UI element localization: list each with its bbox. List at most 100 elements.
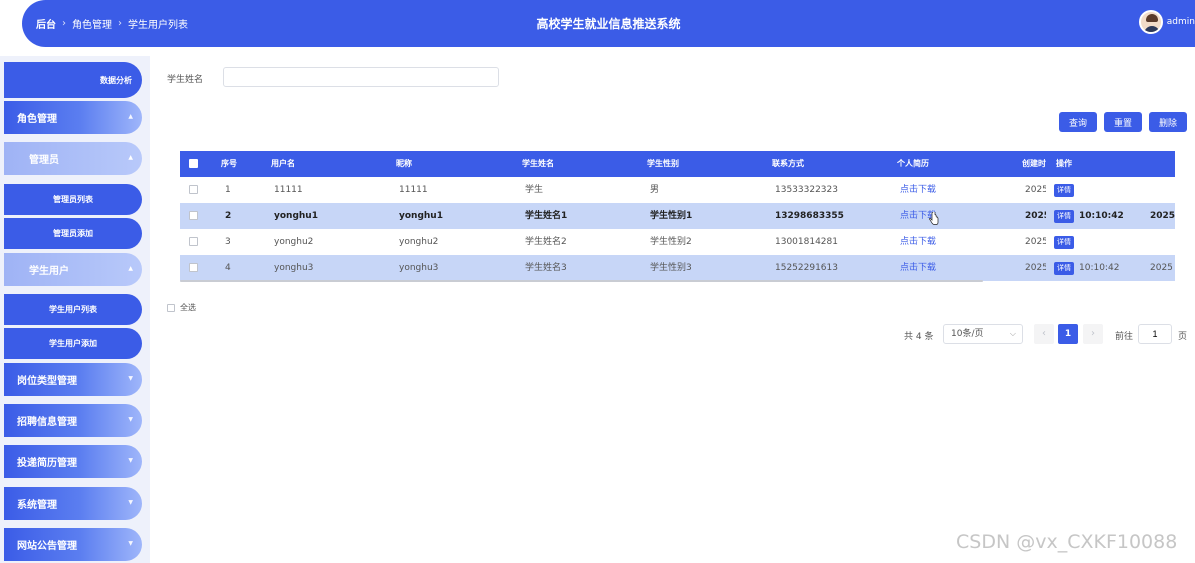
detail-button[interactable]: 详情 xyxy=(1054,236,1074,249)
sidebar-item-recruitment[interactable]: 招聘信息管理 ▼ xyxy=(4,404,142,437)
cell-name: 学生姓名2 xyxy=(525,237,567,247)
sidebar-item-label: 投递简历管理 xyxy=(17,458,77,469)
action-cell: 详情 10:10:42 2025 xyxy=(1046,255,1175,281)
sidebar-item-label: 数据分析 xyxy=(100,75,132,85)
reset-button[interactable]: 重置 xyxy=(1104,112,1142,132)
sidebar-item-admin-add[interactable]: 管理员添加 xyxy=(4,218,142,249)
col-action: 操作 xyxy=(1056,159,1072,168)
table-header: 序号 用户名 昵称 学生姓名 学生性别 联系方式 个人简历 创建时 xyxy=(180,151,1175,177)
sidebar-item-label: 管理员 xyxy=(29,155,59,166)
col-username: 用户名 xyxy=(271,159,295,168)
chevron-up-icon: ▲ xyxy=(128,265,133,272)
user-menu[interactable]: admin xyxy=(1138,10,1195,34)
sidebar-item-label: 角色管理 xyxy=(17,114,57,125)
sidebar-item-label: 网站公告管理 xyxy=(17,541,77,552)
cell-gender: 学生性别2 xyxy=(650,237,692,247)
resume-download-link[interactable]: 点击下载 xyxy=(900,229,936,255)
page-1-button[interactable]: 1 xyxy=(1058,324,1078,344)
sidebar-item-admin[interactable]: 管理员 ▲ xyxy=(4,142,142,175)
sidebar-item-resume[interactable]: 投递简历管理 ▼ xyxy=(4,445,142,478)
col-nickname: 昵称 xyxy=(396,159,412,168)
search-label: 学生姓名 xyxy=(167,75,204,85)
chevron-down-icon: ▼ xyxy=(128,499,133,506)
table-row[interactable]: 4 yonghu3 yonghu3 学生姓名3 学生性别3 1525229161… xyxy=(180,255,1175,281)
cell-username: 11111 xyxy=(274,185,303,195)
cell-name: 学生 xyxy=(525,185,544,195)
select-all[interactable]: 全选 xyxy=(167,302,196,313)
cell-phone: 13298683355 xyxy=(775,211,844,221)
cell-index: 4 xyxy=(225,263,231,273)
page-size-select[interactable]: 10条/页 ⌵ xyxy=(943,324,1023,344)
pagination-total: 共 4 条 xyxy=(904,332,934,342)
top-header: 后台 › 角色管理 › 学生用户列表 高校学生就业信息推送系统 admin xyxy=(22,0,1195,47)
header-checkbox[interactable] xyxy=(189,159,198,168)
sidebar-item-label: 岗位类型管理 xyxy=(17,376,77,387)
col-created: 创建时 xyxy=(1022,159,1046,168)
sidebar-item-role-management[interactable]: 角色管理 ▲ xyxy=(4,101,142,134)
select-all-checkbox[interactable] xyxy=(167,303,175,312)
avatar[interactable] xyxy=(1138,10,1163,34)
sidebar: 数据分析 角色管理 ▲ 管理员 ▲ 管理员列表 管理员添加 学生用户 ▲ 学生用户列表… xyxy=(0,56,150,563)
page-title: 高校学生就业信息推送系统 xyxy=(536,17,681,31)
col-resume: 个人简历 xyxy=(897,159,929,168)
sidebar-item-student-add[interactable]: 学生用户添加 xyxy=(4,328,142,359)
detail-button[interactable]: 详情 xyxy=(1054,184,1074,197)
row-checkbox[interactable] xyxy=(189,263,198,272)
goto-page-input[interactable] xyxy=(1138,324,1172,344)
page-size-value: 10条/页 xyxy=(951,329,984,339)
sidebar-item-label: 招聘信息管理 xyxy=(17,417,77,428)
resume-download-link[interactable]: 点击下载 xyxy=(900,177,936,203)
sidebar-item-job-type[interactable]: 岗位类型管理 ▼ xyxy=(4,363,142,396)
student-table: 序号 用户名 昵称 学生姓名 学生性别 联系方式 个人简历 创建时 1 1111… xyxy=(180,151,1175,282)
sidebar-item-label: 管理员添加 xyxy=(53,229,93,238)
cell-index: 1 xyxy=(225,185,231,195)
next-page-button[interactable]: › xyxy=(1083,324,1103,344)
chevron-up-icon: ▲ xyxy=(128,113,133,120)
sidebar-item-student-list[interactable]: 学生用户列表 xyxy=(4,294,142,325)
cell-index: 3 xyxy=(225,237,231,247)
chevron-down-icon: ▼ xyxy=(128,540,133,547)
row-checkbox[interactable] xyxy=(189,237,198,246)
horizontal-scrollbar[interactable] xyxy=(180,280,983,282)
row-checkbox[interactable] xyxy=(189,211,198,220)
sidebar-item-admin-list[interactable]: 管理员列表 xyxy=(4,184,142,215)
username[interactable]: admin xyxy=(1167,17,1195,27)
sidebar-item-student-user[interactable]: 学生用户 ▲ xyxy=(4,253,142,286)
detail-button[interactable]: 详情 xyxy=(1054,262,1074,275)
cell-username: yonghu2 xyxy=(274,237,314,247)
chevron-down-icon: ▼ xyxy=(128,416,133,423)
chevron-down-icon: ⌵ xyxy=(1009,329,1016,338)
cell-updated-time: 2025 xyxy=(1150,211,1175,221)
prev-page-button[interactable]: ‹ xyxy=(1034,324,1054,344)
cell-phone: 15252291613 xyxy=(775,263,838,273)
query-button[interactable]: 查询 xyxy=(1059,112,1097,132)
cell-nickname: yonghu2 xyxy=(399,237,439,247)
watermark: CSDN @vx_CXKF10088 xyxy=(956,531,1178,553)
chevron-down-icon: ▼ xyxy=(128,457,133,464)
col-index: 序号 xyxy=(221,159,237,168)
sidebar-item-announcement[interactable]: 网站公告管理 ▼ xyxy=(4,528,142,561)
select-all-label: 全选 xyxy=(180,303,196,312)
sidebar-item-label: 学生用户添加 xyxy=(49,339,97,348)
table-row[interactable]: 1 11111 11111 学生 男 13533322323 点击下载 2025 xyxy=(180,177,1175,203)
row-checkbox[interactable] xyxy=(189,185,198,194)
cell-gender: 学生性别3 xyxy=(650,263,692,273)
chevron-down-icon: ▼ xyxy=(128,375,133,382)
delete-button[interactable]: 删除 xyxy=(1149,112,1187,132)
cell-gender: 男 xyxy=(650,185,660,195)
table-row[interactable]: 3 yonghu2 yonghu2 学生姓名2 学生性别2 1300181428… xyxy=(180,229,1175,255)
sidebar-item-analysis[interactable]: 数据分析 xyxy=(4,62,142,98)
action-cell: 详情 xyxy=(1046,229,1175,255)
resume-download-link[interactable]: 点击下载 xyxy=(900,255,936,281)
col-gender: 学生性别 xyxy=(647,159,679,168)
sidebar-item-system[interactable]: 系统管理 ▼ xyxy=(4,487,142,520)
detail-button[interactable]: 详情 xyxy=(1054,210,1074,223)
cell-username: yonghu3 xyxy=(274,263,314,273)
cell-index: 2 xyxy=(225,211,232,221)
fixed-action-column: 操作 详情 详情 10:10:42 2025 详情 详情 10:10:42 20… xyxy=(1046,151,1175,282)
table-row[interactable]: 2 yonghu1 yonghu1 学生姓名1 学生性别1 1329868335… xyxy=(180,203,1175,229)
student-name-input[interactable] xyxy=(223,67,499,87)
fixed-col-header: 操作 xyxy=(1046,151,1175,177)
goto-label: 前往 xyxy=(1115,332,1134,342)
cell-created: 2025 xyxy=(1025,237,1048,247)
